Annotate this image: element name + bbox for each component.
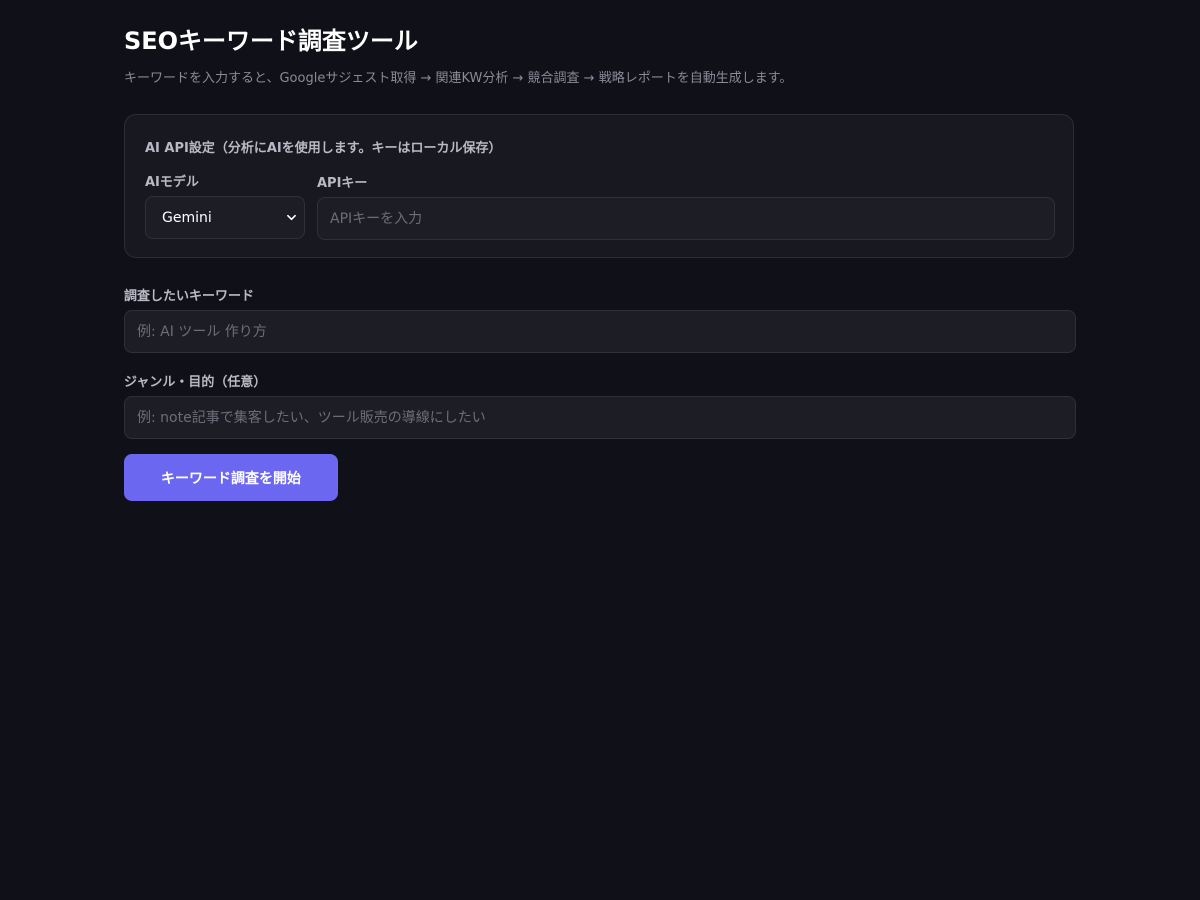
api-settings-title: AI API設定（分析にAIを使用します。キーはローカル保存） (145, 141, 502, 156)
chevron-down-icon (287, 214, 296, 221)
api-key-input[interactable] (317, 197, 1055, 240)
start-research-button[interactable]: キーワード調査を開始 (124, 454, 338, 501)
ai-model-select[interactable]: Gemini (145, 196, 305, 239)
ai-model-selected-value: Gemini (162, 209, 212, 226)
api-settings-card: AI API設定（分析にAIを使用します。キーはローカル保存） AIモデル Ge… (124, 114, 1074, 258)
genre-purpose-input[interactable] (124, 396, 1076, 439)
page-title: SEOキーワード調査ツール (124, 27, 419, 55)
keyword-label: 調査したいキーワード (124, 289, 255, 304)
keyword-input[interactable] (124, 310, 1076, 353)
genre-purpose-label: ジャンル・目的（任意） (124, 375, 267, 390)
page-description: キーワードを入力すると、Googleサジェスト取得 → 関連KW分析 → 競合調… (124, 71, 793, 86)
ai-model-label: AIモデル (145, 175, 199, 190)
api-key-label: APIキー (317, 176, 368, 191)
